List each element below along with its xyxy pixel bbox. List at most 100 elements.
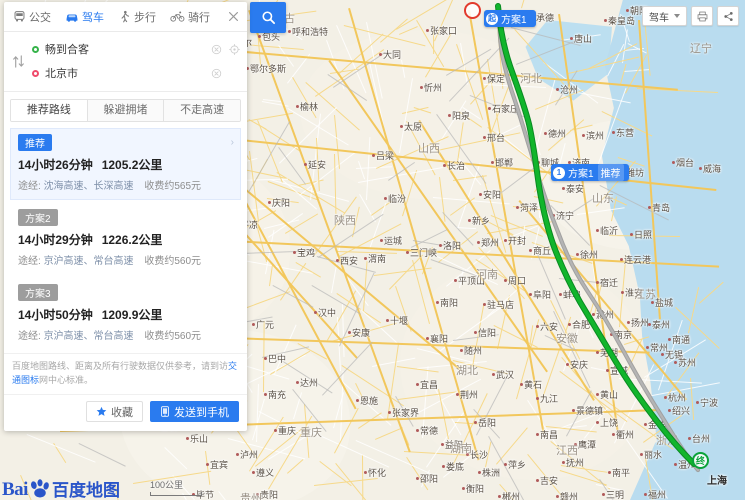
route-card[interactable]: 方案2 14小时29分钟 1226.2公里 途经: 京沪高速、常台高速 收费约5… — [10, 203, 241, 275]
route-duration: 14小时26分钟 — [18, 158, 93, 172]
city-dot — [661, 353, 664, 356]
route-detail: 途经: 沈海高速、长深高速 收费约565元 — [18, 177, 233, 192]
send-to-phone-label: 发送到手机 — [174, 406, 229, 419]
tab-transit-label: 公交 — [29, 11, 51, 24]
locate-icon — [229, 43, 240, 55]
city-dot — [439, 244, 442, 247]
destination-row[interactable]: 北京市 — [32, 61, 247, 85]
baidu-logo[interactable]: Bai 百度地图 — [2, 479, 120, 499]
map-marker-origin-scheme[interactable]: 起 方案1 — [484, 10, 536, 27]
origin-locate-button[interactable] — [228, 43, 241, 56]
city-dot — [536, 479, 539, 482]
route-card[interactable]: 方案3 14小时50分钟 1209.9公里 途经: 京沪高速、常台高速 收费约5… — [10, 278, 241, 350]
swap-endpoints-button[interactable] — [4, 37, 32, 85]
route-via: 京沪高速、常台高速 — [43, 256, 134, 267]
origin-clear-button[interactable] — [210, 43, 223, 56]
city-dot — [674, 361, 677, 364]
route-tab-avoid-traffic[interactable]: 躲避拥堵 — [87, 100, 165, 121]
city-dot — [672, 161, 675, 164]
city-dot — [559, 293, 562, 296]
destination-clear-button[interactable] — [210, 67, 223, 80]
origin-row[interactable]: 畅到合客 — [32, 37, 247, 61]
province-label: 陕西 — [334, 215, 356, 227]
map-scale: 100公里 — [150, 478, 202, 496]
city-dot — [504, 239, 507, 242]
city-dot — [442, 465, 445, 468]
walk-icon — [121, 10, 130, 23]
city-label: 南平 — [612, 468, 631, 478]
city-dot — [498, 495, 501, 498]
city-dot — [492, 373, 495, 376]
baidu-map-route-planner: 呼和浩特张家口承德唐山秦皇岛朝阳锦州大同保定石家庄沧州忻州太原阳泉邢台德州滨州东… — [0, 0, 745, 500]
city-dot — [544, 132, 547, 135]
city-dot — [483, 136, 486, 139]
city-dot — [572, 409, 575, 412]
logo-cn-text: 百度地图 — [51, 481, 120, 500]
city-dot — [536, 397, 539, 400]
map-share-button[interactable] — [717, 6, 739, 26]
bike-icon — [170, 11, 185, 22]
send-to-phone-button[interactable]: 发送到手机 — [150, 401, 239, 422]
route-card[interactable]: 推荐 › 14小时26分钟 1205.2公里 途经: 沈海高速、长深高速 收费约… — [10, 128, 241, 200]
map-layer-label: 驾车 — [649, 12, 669, 24]
route-tab-no-highway[interactable]: 不走高速 — [164, 100, 240, 121]
endpoint-inputs: 畅到合客 北京市 — [4, 32, 247, 92]
city-dot — [562, 461, 565, 464]
city-dot — [304, 163, 307, 166]
city-dot — [268, 201, 271, 204]
route-detail-prefix: 途经: — [18, 181, 41, 192]
province-label: 河南 — [476, 269, 498, 281]
city-label: 衡阳 — [466, 484, 485, 494]
route-tab-recommended[interactable]: 推荐路线 — [11, 100, 88, 121]
city-dot — [483, 77, 486, 80]
city-dot — [416, 383, 419, 386]
city-dot — [474, 421, 477, 424]
city-dot — [562, 187, 565, 190]
map-endpoint-origin[interactable] — [464, 2, 481, 19]
destination-city-label: 上海 — [707, 476, 727, 487]
tab-driving[interactable]: 驾车 — [58, 2, 111, 32]
close-icon — [228, 12, 238, 21]
tab-cycling[interactable]: 骑行 — [163, 2, 217, 32]
destination-dot-icon — [32, 69, 39, 77]
map-print-button[interactable] — [691, 6, 713, 26]
tab-walking[interactable]: 步行 — [111, 2, 163, 32]
favorite-button[interactable]: 收藏 — [86, 401, 143, 422]
route-stats: 14小时50分钟 1209.9公里 — [18, 306, 233, 323]
origin-dot-icon — [32, 45, 39, 53]
city-dot — [696, 401, 699, 404]
map-endpoint-destination[interactable]: 终 — [692, 452, 709, 469]
route-duration: 14小时50分钟 — [18, 308, 93, 322]
province-label: 贵州 — [240, 493, 262, 500]
destination-input[interactable]: 北京市 — [45, 65, 205, 81]
city-dot — [477, 241, 480, 244]
city-dot — [454, 279, 457, 282]
city-dot — [646, 346, 649, 349]
city-dot — [462, 487, 465, 490]
destination-spacer — [228, 67, 241, 80]
city-dot — [556, 88, 559, 91]
city-dot — [602, 493, 605, 496]
city-dot — [644, 493, 647, 496]
city-dot — [566, 363, 569, 366]
close-panel-button[interactable] — [225, 9, 241, 25]
tab-walking-label: 步行 — [134, 11, 156, 24]
tab-driving-label: 驾车 — [82, 11, 104, 24]
city-dot — [668, 338, 671, 341]
search-button[interactable] — [250, 2, 286, 33]
map-marker-scheme-recommend[interactable]: 1 方案1 推荐 — [551, 164, 629, 181]
city-dot — [293, 251, 296, 254]
city-dot — [699, 167, 702, 170]
origin-input[interactable]: 畅到合客 — [45, 41, 205, 57]
tab-transit[interactable]: 公交 — [6, 2, 58, 32]
map-layer-dropdown[interactable]: 驾车 — [642, 6, 687, 26]
print-icon — [697, 11, 707, 21]
city-dot — [186, 437, 189, 440]
road-segment — [359, 193, 376, 222]
city-dot — [288, 30, 291, 33]
city-dot — [258, 35, 261, 38]
city-dot — [608, 471, 611, 474]
city-dot — [252, 471, 255, 474]
city-dot — [448, 114, 451, 117]
route-result-list: 推荐 › 14小时26分钟 1205.2公里 途经: 沈海高速、长深高速 收费约… — [4, 122, 247, 350]
